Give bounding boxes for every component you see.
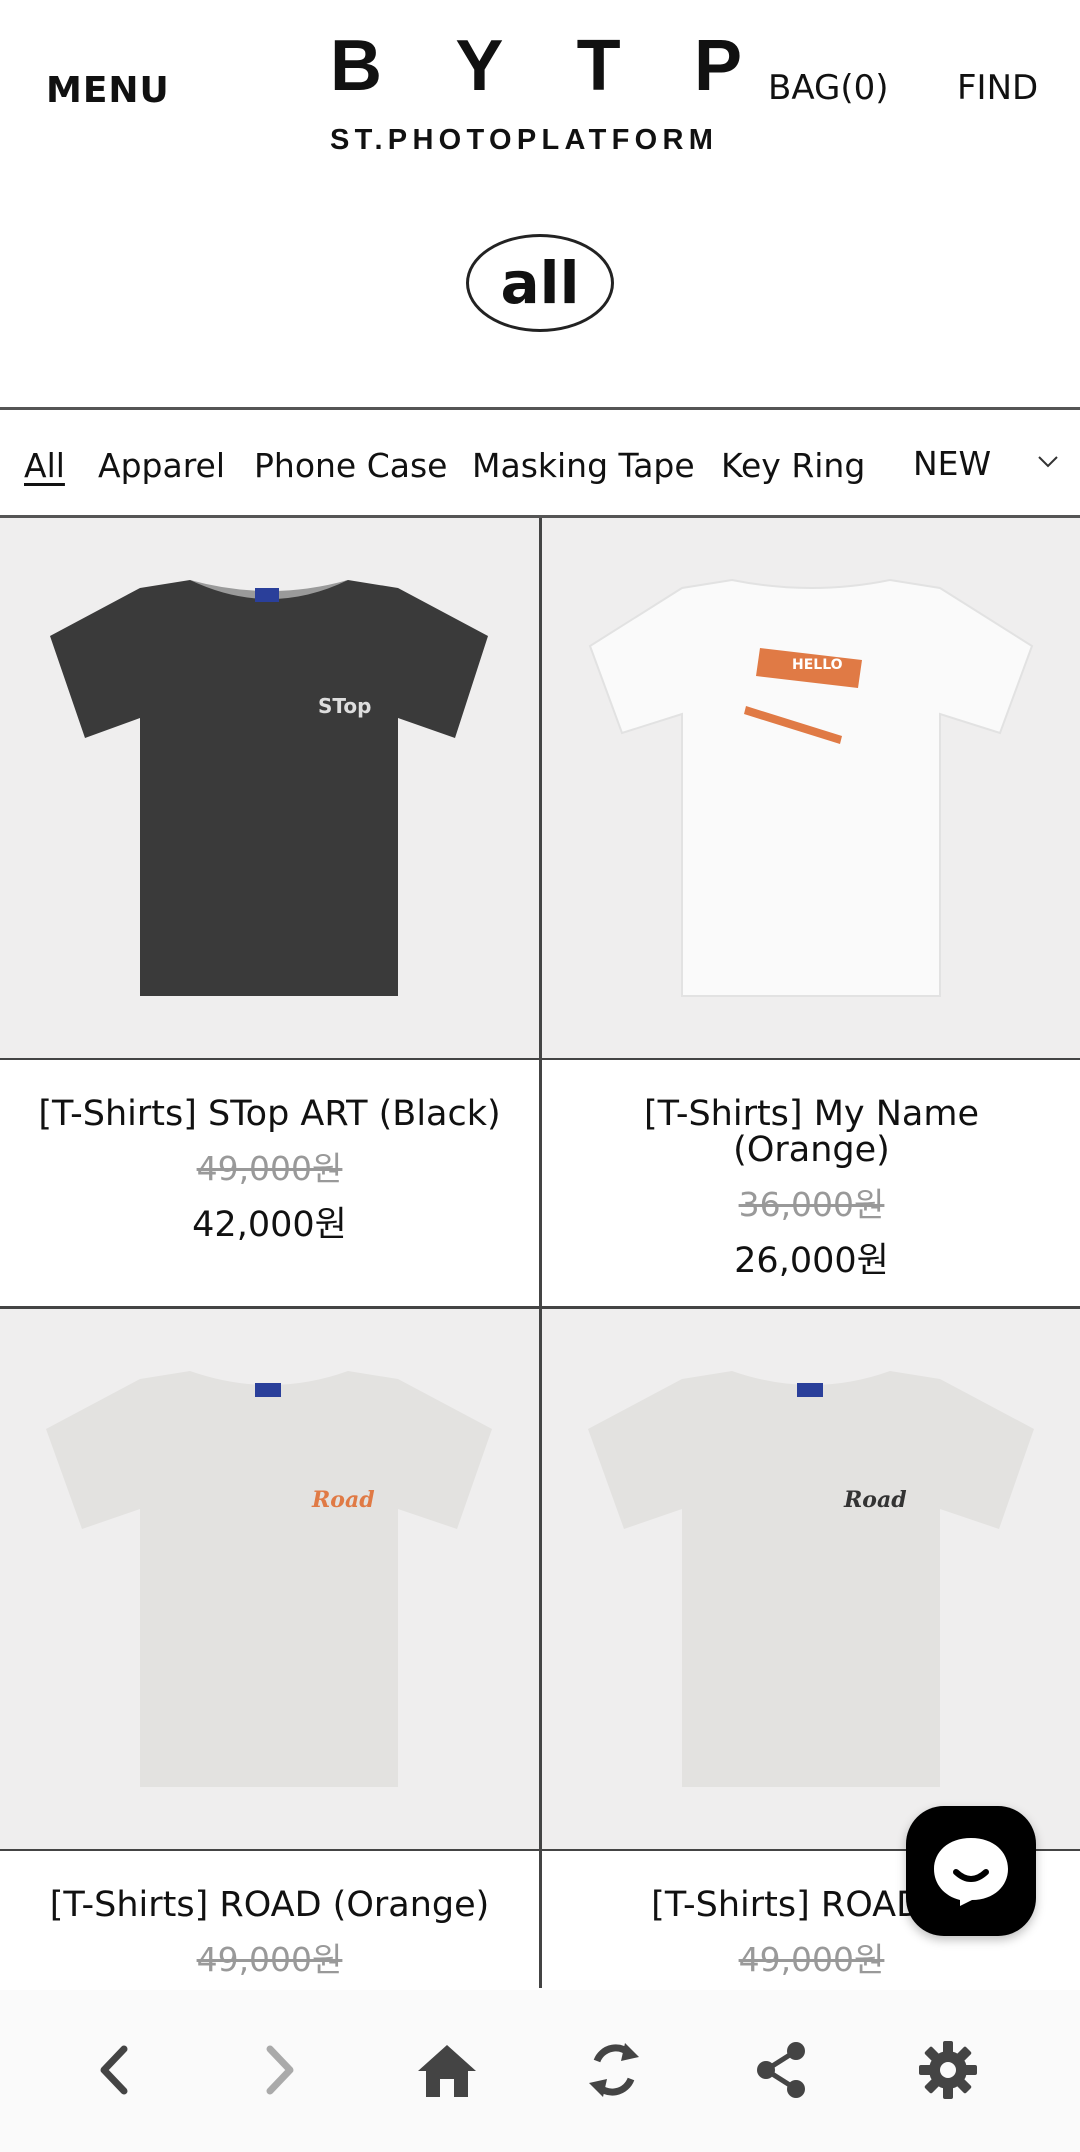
product-name[interactable]: [T-Shirts] My Name (Orange) bbox=[542, 1096, 1080, 1168]
tab-apparel[interactable]: Apparel bbox=[98, 446, 225, 485]
original-price: 36,000원 bbox=[738, 1185, 885, 1224]
refresh-button[interactable] bbox=[574, 2030, 654, 2110]
home-icon bbox=[418, 2045, 476, 2097]
chat-button[interactable] bbox=[906, 1806, 1036, 1936]
original-price: 49,000원 bbox=[738, 1940, 885, 1979]
settings-button[interactable] bbox=[908, 2030, 988, 2110]
product-image[interactable]: HELLO bbox=[542, 518, 1080, 1058]
site-header: MENU B Y T P ST.PHOTOPLATFORM BAG(0) FIN… bbox=[0, 0, 1080, 170]
tab-phone-case[interactable]: Phone Case bbox=[254, 446, 447, 485]
original-price: 49,000원 bbox=[196, 1149, 343, 1188]
sale-price: 26,000원 bbox=[734, 1241, 889, 1281]
logo-letter: Y bbox=[455, 26, 504, 106]
logo-letter: T bbox=[576, 26, 621, 106]
chevron-right-icon bbox=[266, 2045, 294, 2095]
share-icon bbox=[757, 2042, 805, 2098]
product-info: [T-Shirts] ROAD (Orange) 49,000원 bbox=[0, 1887, 539, 1981]
chevron-down-icon[interactable] bbox=[1036, 450, 1060, 474]
chat-bubble-icon bbox=[934, 1838, 1008, 1906]
share-button[interactable] bbox=[741, 2030, 821, 2110]
home-button[interactable] bbox=[407, 2030, 487, 2110]
product-image[interactable]: Road bbox=[0, 1309, 539, 1849]
product-info: [T-Shirts] STop ART (Black) 49,000원 42,0… bbox=[0, 1096, 539, 1247]
gear-icon bbox=[919, 2041, 977, 2099]
product-image[interactable]: STop bbox=[0, 518, 539, 1058]
category-tabs: All Apparel Phone Case Masking Tape Key … bbox=[0, 407, 1080, 518]
bag-button[interactable]: BAG(0) bbox=[768, 68, 889, 108]
logo-letter: P bbox=[693, 26, 742, 106]
product-image[interactable]: Road bbox=[542, 1309, 1080, 1849]
logo-letter: B bbox=[330, 26, 382, 106]
sale-price: 42,000원 bbox=[192, 1205, 347, 1245]
product-info: [T-Shirts] My Name (Orange) 36,000원 26,0… bbox=[542, 1096, 1080, 1283]
tab-new[interactable]: NEW bbox=[913, 444, 991, 483]
refresh-icon bbox=[589, 2043, 639, 2097]
tab-key-ring[interactable]: Key Ring bbox=[721, 446, 865, 485]
product-name[interactable]: [T-Shirts] ROAD (Orange) bbox=[0, 1887, 539, 1923]
find-button[interactable]: FIND bbox=[957, 68, 1038, 108]
shirt-print: HELLO bbox=[792, 657, 843, 673]
shirt-print: Road bbox=[311, 1487, 375, 1513]
shirt-print: STop bbox=[318, 694, 371, 718]
tab-all[interactable]: All bbox=[24, 446, 65, 485]
original-price: 49,000원 bbox=[196, 1940, 343, 1979]
logo[interactable]: B Y T P ST.PHOTOPLATFORM bbox=[330, 30, 750, 157]
menu-button[interactable]: MENU bbox=[46, 70, 170, 111]
logo-letters: B Y T P bbox=[330, 30, 742, 102]
forward-button[interactable] bbox=[240, 2030, 320, 2110]
tab-masking-tape[interactable]: Masking Tape bbox=[472, 446, 695, 485]
back-button[interactable] bbox=[74, 2030, 154, 2110]
category-title: all bbox=[466, 234, 614, 332]
shirt-print: Road bbox=[843, 1487, 907, 1513]
logo-subtitle: ST.PHOTOPLATFORM bbox=[330, 124, 719, 156]
product-name[interactable]: [T-Shirts] STop ART (Black) bbox=[0, 1096, 539, 1132]
browser-bottom-nav bbox=[0, 1990, 1080, 2152]
chevron-left-icon bbox=[100, 2045, 128, 2095]
